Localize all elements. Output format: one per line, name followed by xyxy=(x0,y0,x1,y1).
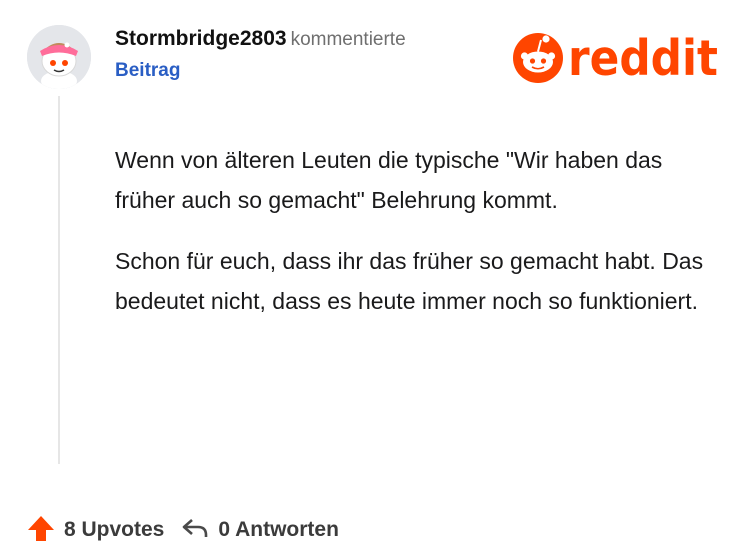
comment-header: Stormbridge2803 kommentierte xyxy=(115,27,406,51)
reply-count[interactable]: 0 Antworten xyxy=(218,518,339,542)
comment-body: Wenn von älteren Leuten die typische "Wi… xyxy=(115,140,715,342)
reddit-snoo-icon: reddit xyxy=(513,30,718,87)
username[interactable]: Stormbridge2803 xyxy=(115,27,287,50)
thread-line xyxy=(58,96,60,464)
avatar-snoo-icon xyxy=(27,25,91,89)
post-link[interactable]: Beitrag xyxy=(115,60,180,82)
upvote-arrow-icon[interactable] xyxy=(26,513,56,548)
comment-paragraph: Wenn von älteren Leuten die typische "Wi… xyxy=(115,147,663,213)
upvote-count: 8 Upvotes xyxy=(64,518,165,541)
avatar[interactable] xyxy=(27,25,91,89)
action-text: kommentierte xyxy=(290,29,406,50)
svg-text:reddit: reddit xyxy=(568,30,718,84)
reddit-logo: reddit xyxy=(510,28,722,87)
comment-paragraph: Schon für euch, dass ihr das früher so g… xyxy=(115,248,704,314)
comment-footer: 8 Upvotes 0 Antworten xyxy=(26,512,339,548)
reply-arrow-icon[interactable] xyxy=(180,513,210,548)
